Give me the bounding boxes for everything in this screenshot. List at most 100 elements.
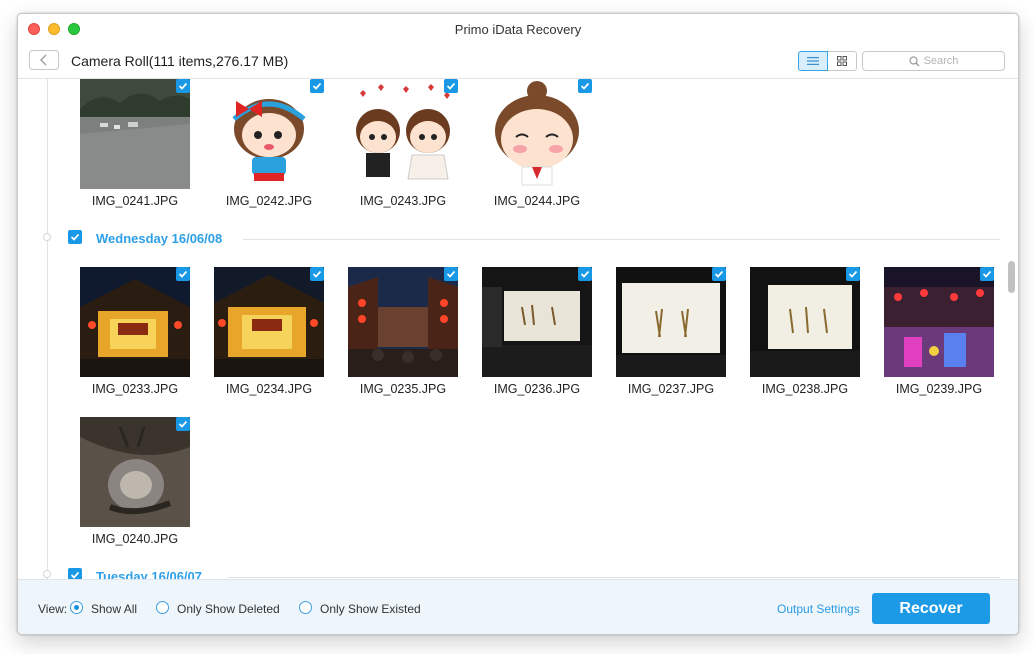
photo-filename: IMG_0243.JPG	[359, 194, 447, 208]
select-checkbox[interactable]	[444, 79, 458, 93]
photo-image	[348, 79, 458, 189]
back-button[interactable]	[29, 50, 59, 70]
photo-thumbnail[interactable]	[80, 417, 190, 527]
show-all-label[interactable]: Show All	[91, 602, 137, 616]
checkmark-icon	[848, 270, 858, 278]
timeline-dot	[43, 233, 51, 241]
select-checkbox[interactable]	[310, 267, 324, 281]
photo-thumbnail[interactable]	[80, 79, 190, 189]
view-filter-label: View:	[38, 602, 68, 616]
photo-filename: IMG_0234.JPG	[225, 382, 313, 396]
photo-image	[884, 267, 994, 377]
checkmark-icon	[446, 270, 456, 278]
search-placeholder: Search	[923, 55, 959, 67]
photo-thumbnail[interactable]	[616, 267, 726, 377]
photo-thumbnail[interactable]	[482, 267, 592, 377]
photo-browser: IMG_0241.JPG IMG_0242.JPG IMG_0243.JPG I…	[18, 79, 1018, 579]
checkmark-icon	[714, 270, 724, 278]
select-checkbox[interactable]	[310, 79, 324, 93]
only-show-existed-radio[interactable]	[299, 601, 312, 614]
photo-filename: IMG_0242.JPG	[225, 194, 313, 208]
output-settings-link[interactable]: Output Settings	[777, 602, 860, 616]
app-window: Primo iData Recovery Camera Roll(111 ite…	[17, 13, 1019, 635]
photo-filename: IMG_0238.JPG	[761, 382, 849, 396]
checkmark-icon	[580, 270, 590, 278]
chevron-left-icon	[40, 54, 47, 66]
show-all-radio[interactable]	[70, 601, 83, 614]
section-date: Tuesday 16/06/07	[96, 569, 202, 579]
list-view-button[interactable]	[798, 51, 828, 71]
search-field[interactable]: Search	[862, 51, 1005, 71]
photo-filename: IMG_0244.JPG	[493, 194, 581, 208]
photo-filename: IMG_0240.JPG	[91, 532, 179, 546]
list-icon	[807, 57, 819, 65]
grid-view-button[interactable]	[828, 51, 857, 71]
timeline-line	[47, 79, 48, 579]
photo-image	[750, 267, 860, 377]
scrollbar[interactable]	[1004, 79, 1018, 579]
section-divider	[228, 577, 1000, 578]
toolbar: Camera Roll(111 items,276.17 MB) Search	[18, 44, 1018, 79]
grid-icon	[837, 56, 847, 66]
select-checkbox[interactable]	[578, 267, 592, 281]
search-icon	[908, 55, 920, 66]
select-checkbox[interactable]	[176, 267, 190, 281]
checkmark-icon	[178, 270, 188, 278]
folder-title: Camera Roll(111 items,276.17 MB)	[71, 53, 289, 69]
section-select-checkbox[interactable]	[68, 568, 82, 579]
select-checkbox[interactable]	[176, 417, 190, 431]
section-date: Wednesday 16/06/08	[96, 231, 223, 246]
scrollbar-thumb[interactable]	[1008, 261, 1015, 293]
photo-image	[80, 417, 190, 527]
photo-thumbnail[interactable]	[348, 267, 458, 377]
photo-thumbnail[interactable]	[80, 267, 190, 377]
window-title: Primo iData Recovery	[454, 22, 582, 37]
photo-filename: IMG_0233.JPG	[91, 382, 179, 396]
checkmark-icon	[312, 270, 322, 278]
photo-thumbnail[interactable]	[214, 79, 324, 189]
photo-filename: IMG_0241.JPG	[91, 194, 179, 208]
checkmark-icon	[312, 82, 322, 90]
select-checkbox[interactable]	[712, 267, 726, 281]
checkmark-icon	[178, 82, 188, 90]
only-show-deleted-label[interactable]: Only Show Deleted	[177, 602, 280, 616]
select-checkbox[interactable]	[980, 267, 994, 281]
photo-filename: IMG_0236.JPG	[493, 382, 581, 396]
photo-thumbnail[interactable]	[884, 267, 994, 377]
photo-image	[214, 267, 324, 377]
photo-thumbnail[interactable]	[348, 79, 458, 189]
recover-button[interactable]: Recover	[872, 593, 990, 624]
select-checkbox[interactable]	[444, 267, 458, 281]
photo-image	[214, 79, 324, 189]
photo-image	[348, 267, 458, 377]
footer-bar: View: Show All Only Show Deleted Only Sh…	[18, 579, 1018, 634]
section-header: Wednesday 16/06/08	[68, 230, 1000, 250]
photo-image	[482, 267, 592, 377]
photo-filename: IMG_0239.JPG	[895, 382, 983, 396]
select-checkbox[interactable]	[578, 79, 592, 93]
photo-thumbnail[interactable]	[214, 267, 324, 377]
photo-thumbnail[interactable]	[750, 267, 860, 377]
photo-filename: IMG_0235.JPG	[359, 382, 447, 396]
photo-image	[482, 79, 592, 189]
checkmark-icon	[70, 571, 80, 579]
photo-filename: IMG_0237.JPG	[627, 382, 715, 396]
checkmark-icon	[580, 82, 590, 90]
select-checkbox[interactable]	[846, 267, 860, 281]
section-divider	[243, 239, 1000, 240]
only-show-existed-label[interactable]: Only Show Existed	[320, 602, 421, 616]
title-bar: Primo iData Recovery	[18, 14, 1018, 44]
checkmark-icon	[178, 420, 188, 428]
section-header: Tuesday 16/06/07	[68, 568, 1000, 579]
timeline-dot	[43, 570, 51, 578]
checkmark-icon	[70, 233, 80, 241]
checkmark-icon	[446, 82, 456, 90]
photo-thumbnail[interactable]	[482, 79, 592, 189]
checkmark-icon	[982, 270, 992, 278]
select-checkbox[interactable]	[176, 79, 190, 93]
photo-image	[616, 267, 726, 377]
section-select-checkbox[interactable]	[68, 230, 82, 244]
only-show-deleted-radio[interactable]	[156, 601, 169, 614]
photo-image	[80, 79, 190, 189]
photo-image	[80, 267, 190, 377]
